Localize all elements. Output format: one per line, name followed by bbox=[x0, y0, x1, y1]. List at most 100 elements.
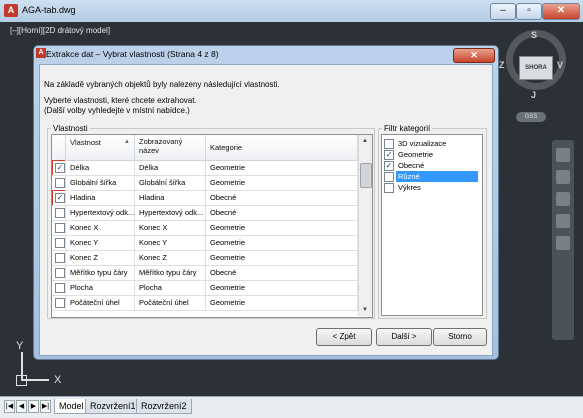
navigation-bar bbox=[552, 140, 574, 340]
cell-display-name: Hypertextový odk... bbox=[135, 205, 206, 220]
property-checkbox[interactable]: ✓ bbox=[52, 160, 65, 175]
cell-property: Globální šířka bbox=[66, 175, 135, 190]
intro-text: Na základě vybraných objektů byly naleze… bbox=[44, 80, 280, 89]
category-checkbox[interactable]: ✓ bbox=[384, 161, 394, 171]
properties-group-label: Vlastnosti bbox=[51, 124, 90, 133]
cell-display-name: Počáteční úhel bbox=[135, 295, 206, 310]
scroll-down-arrow-icon[interactable]: ▼ bbox=[360, 305, 370, 315]
maximize-button[interactable]: ▫ bbox=[516, 3, 542, 20]
compass-east[interactable]: V bbox=[557, 60, 563, 70]
header-property-label: Vlastnost bbox=[70, 138, 101, 147]
cell-category: Obecné bbox=[206, 265, 358, 280]
layout-tab-strip: |◀ ◀ ▶ ▶| Model Rozvržení1 Rozvržení2 bbox=[0, 396, 583, 418]
ucs-origin-icon bbox=[16, 375, 27, 386]
back-button[interactable]: < Zpět bbox=[316, 328, 372, 346]
tab-layout2[interactable]: Rozvržení2 bbox=[136, 399, 192, 414]
first-tab-arrow[interactable]: |◀ bbox=[4, 400, 15, 413]
category-filter-item[interactable]: 3D vizualizace bbox=[384, 138, 478, 149]
row-checkbox-cell bbox=[52, 250, 66, 265]
pan-icon[interactable] bbox=[556, 170, 570, 184]
prev-tab-arrow[interactable]: ◀ bbox=[16, 400, 27, 413]
tab-layout1[interactable]: Rozvržení1 bbox=[85, 399, 141, 414]
dialog-app-icon: A bbox=[36, 48, 46, 58]
sort-ascending-icon: ▲ bbox=[124, 139, 130, 145]
autocad-logo-icon[interactable]: A bbox=[4, 4, 18, 17]
cell-category: Geometrie bbox=[206, 220, 358, 235]
steering-wheel-icon[interactable] bbox=[556, 148, 570, 162]
compass-south[interactable]: J bbox=[531, 90, 536, 100]
cell-property: Konec Y bbox=[66, 235, 135, 250]
category-label: Různé bbox=[396, 171, 478, 182]
category-checkbox[interactable] bbox=[384, 172, 394, 182]
property-checkbox[interactable] bbox=[55, 298, 65, 308]
cell-property: Konec Z bbox=[66, 250, 135, 265]
table-row[interactable]: Konec Y Konec Y Geometrie bbox=[52, 235, 358, 251]
minimize-button[interactable]: – bbox=[490, 3, 516, 20]
category-filter-item[interactable]: ✓ Obecné bbox=[384, 160, 478, 171]
dialog-title: Extrakce dat – Vybrat vlastnosti (Strana… bbox=[46, 49, 219, 59]
table-row[interactable]: Hypertextový odk... Hypertextový odk... Ob… bbox=[52, 205, 358, 221]
table-row[interactable]: ✓ Délka Délka Geometrie bbox=[52, 160, 358, 176]
property-checkbox[interactable] bbox=[55, 208, 65, 218]
ucs-x-label: X bbox=[54, 374, 62, 386]
property-checkbox[interactable] bbox=[55, 283, 65, 293]
row-checkbox-cell bbox=[52, 295, 66, 310]
property-checkbox[interactable]: ✓ bbox=[52, 190, 65, 205]
scrollbar-thumb[interactable] bbox=[360, 163, 372, 188]
cell-display-name: Konec X bbox=[135, 220, 206, 235]
cell-category: Geometrie bbox=[206, 280, 358, 295]
property-checkbox[interactable] bbox=[55, 178, 65, 188]
cancel-button[interactable]: Storno bbox=[433, 328, 487, 346]
table-row[interactable]: Plocha Plocha Geometrie bbox=[52, 280, 358, 296]
viewcube-top-face[interactable]: SHORA bbox=[519, 56, 553, 80]
header-property[interactable]: Vlastnost ▲ bbox=[66, 135, 135, 160]
category-checkbox[interactable] bbox=[384, 139, 394, 149]
row-checkbox-cell bbox=[52, 175, 66, 190]
category-filter-list: 3D vizualizace ✓ Geometrie ✓ Obecné Různé Výkr… bbox=[381, 134, 483, 316]
dialog-close-button[interactable]: ✕ bbox=[453, 48, 495, 63]
row-checkbox-cell: ✓ bbox=[52, 160, 66, 175]
category-filter-item[interactable]: Výkres bbox=[384, 182, 478, 193]
table-row[interactable]: Konec Z Konec Z Geometrie bbox=[52, 250, 358, 266]
row-checkbox-cell bbox=[52, 280, 66, 295]
compass-north[interactable]: S bbox=[531, 30, 537, 40]
wcs-menu-button[interactable]: GSS bbox=[516, 112, 546, 122]
compass-west[interactable]: Z bbox=[499, 60, 505, 70]
next-button[interactable]: Další > bbox=[376, 328, 432, 346]
table-row[interactable]: Globální šířka Globální šířka Geometrie bbox=[52, 175, 358, 191]
category-label: 3D vizualizace bbox=[398, 139, 447, 148]
category-checkbox[interactable] bbox=[384, 183, 394, 193]
table-row[interactable]: Měřítko typu čáry Měřítko typu čáry Obecné bbox=[52, 265, 358, 281]
cell-display-name: Měřítko typu čáry bbox=[135, 265, 206, 280]
showmotion-icon[interactable] bbox=[556, 236, 570, 250]
properties-table: Vlastnost ▲ Zobrazovaný název Kategorie … bbox=[51, 134, 373, 318]
header-category[interactable]: Kategorie bbox=[206, 135, 358, 160]
table-row[interactable]: Konec X Konec X Geometrie bbox=[52, 220, 358, 236]
header-display-name[interactable]: Zobrazovaný název bbox=[135, 135, 206, 160]
tab-model[interactable]: Model bbox=[54, 399, 89, 414]
viewport-controls-label[interactable]: [–][Horní][2D drátový model] bbox=[10, 26, 110, 35]
category-filter-label: Filtr kategorií bbox=[382, 124, 433, 133]
category-filter-item[interactable]: Různé bbox=[384, 171, 478, 182]
orbit-icon[interactable] bbox=[556, 214, 570, 228]
close-window-button[interactable]: ✕ bbox=[542, 3, 580, 20]
cell-property: Konec X bbox=[66, 220, 135, 235]
last-tab-arrow[interactable]: ▶| bbox=[40, 400, 51, 413]
scroll-up-arrow-icon[interactable]: ▲ bbox=[360, 136, 370, 146]
header-check-column[interactable] bbox=[52, 135, 66, 160]
cell-category: Geometrie bbox=[206, 160, 358, 175]
vertical-scrollbar[interactable]: ▲ ▼ bbox=[358, 135, 372, 316]
cell-property: Hypertextový odk... bbox=[66, 205, 135, 220]
app-title: AGA-tab.dwg bbox=[22, 5, 76, 15]
cell-property: Plocha bbox=[66, 280, 135, 295]
table-row[interactable]: Počáteční úhel Počáteční úhel Geometrie bbox=[52, 295, 358, 311]
property-checkbox[interactable] bbox=[55, 238, 65, 248]
table-row[interactable]: ✓ Hladina Hladina Obecné bbox=[52, 190, 358, 206]
next-tab-arrow[interactable]: ▶ bbox=[28, 400, 39, 413]
category-checkbox[interactable]: ✓ bbox=[384, 150, 394, 160]
property-checkbox[interactable] bbox=[55, 223, 65, 233]
property-checkbox[interactable] bbox=[55, 253, 65, 263]
property-checkbox[interactable] bbox=[55, 268, 65, 278]
category-filter-item[interactable]: ✓ Geometrie bbox=[384, 149, 478, 160]
zoom-icon[interactable] bbox=[556, 192, 570, 206]
